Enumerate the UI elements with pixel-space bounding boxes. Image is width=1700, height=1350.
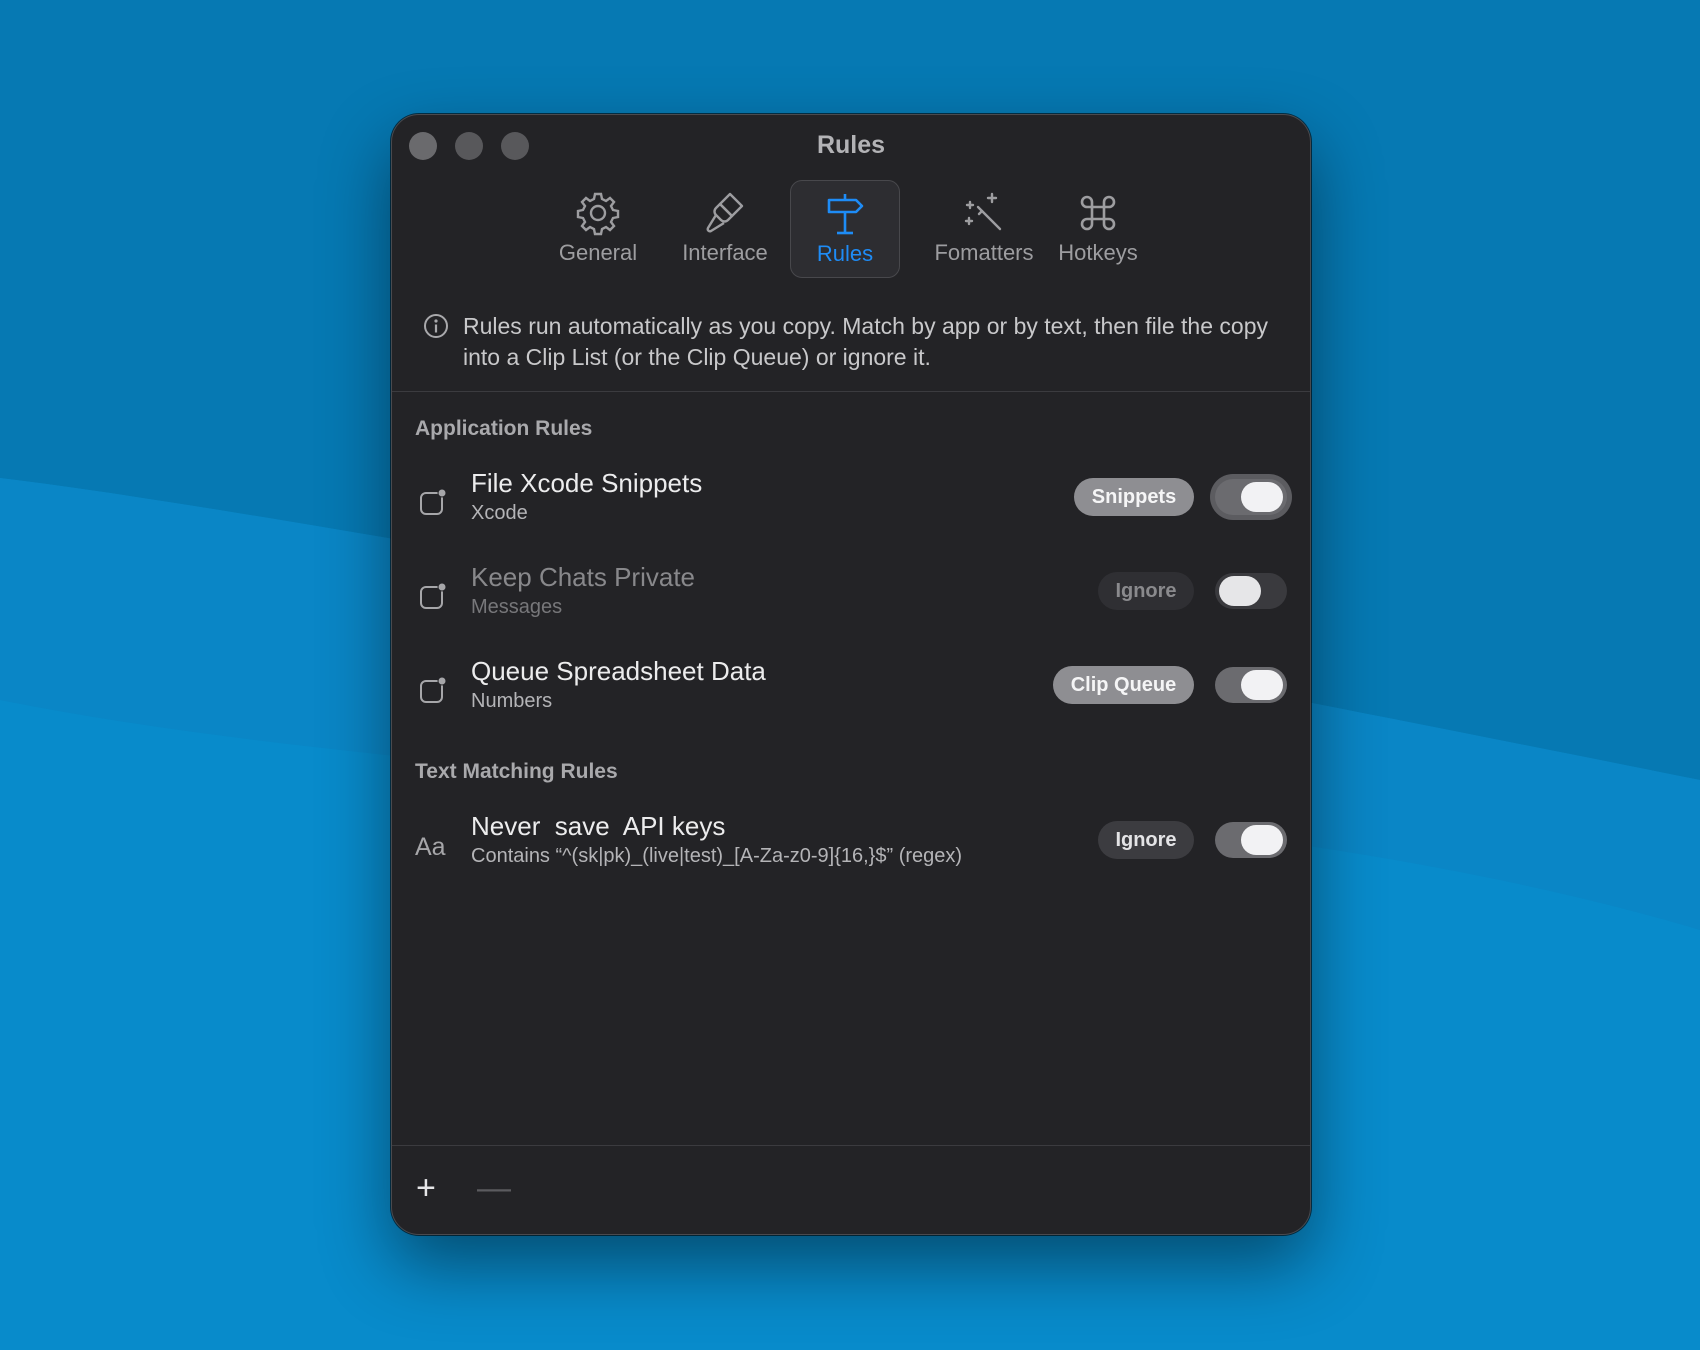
destination-button[interactable]: Clip Queue — [1053, 666, 1194, 704]
rule-name: File Xcode Snippets — [471, 468, 703, 498]
rule-condition: Contains “^(sk|pk)_(live|test)_[A-Za-z0-… — [471, 845, 963, 867]
header-divider — [392, 391, 1310, 392]
toggle-knob — [1219, 576, 1261, 606]
rule-enabled-toggle[interactable] — [1215, 667, 1287, 703]
footer-toolbar: + — — [392, 1145, 1310, 1234]
app-rule-icon — [420, 676, 447, 703]
destination-button[interactable]: Snippets — [1074, 478, 1194, 516]
tab-hotkeys[interactable]: Hotkeys — [1044, 180, 1152, 276]
rules-settings-window: Rules General Interface Rules Fomatters … — [391, 114, 1311, 1235]
signpost-icon — [827, 194, 864, 235]
remove-rule-button[interactable]: — — [477, 1171, 511, 1205]
app-rule-icon — [420, 582, 447, 609]
rule-name: Keep Chats Private — [471, 562, 696, 592]
tab-general[interactable]: General — [552, 180, 644, 276]
rule-enabled-toggle[interactable] — [1215, 479, 1287, 515]
rule-row[interactable]: Keep Chats Private Messages Ignore — [392, 562, 1310, 642]
tab-rules[interactable]: Rules — [790, 180, 900, 278]
application-rules-heading: Application Rules — [415, 417, 593, 440]
tab-interface[interactable]: Interface — [676, 180, 774, 276]
rule-row[interactable]: Queue Spreadsheet Data Numbers Clip Queu… — [392, 656, 1310, 736]
rule-name: Never save API keys — [471, 811, 726, 841]
command-icon — [1080, 195, 1116, 231]
toggle-knob — [1241, 825, 1283, 855]
tab-formatters[interactable]: Fomatters — [914, 180, 1054, 276]
text-match-icon: Aa — [415, 833, 446, 861]
rule-row[interactable]: Aa Never save API keys Contains “^(sk|pk… — [392, 811, 1310, 891]
rule-row[interactable]: File Xcode Snippets Xcode Snippets — [392, 468, 1310, 548]
rule-app: Numbers — [471, 690, 553, 712]
app-rule-icon — [420, 488, 447, 515]
window-title: Rules — [816, 131, 886, 159]
info-icon — [424, 314, 448, 338]
tab-formatters-label: Fomatters — [934, 240, 1034, 265]
tab-hotkeys-label: Hotkeys — [1058, 240, 1138, 265]
gear-icon — [576, 192, 620, 236]
settings-toolbar: General Interface Rules Fomatters Hotkey… — [392, 180, 1310, 278]
rule-name: Queue Spreadsheet Data — [471, 656, 766, 686]
rule-enabled-toggle[interactable] — [1215, 573, 1287, 609]
destination-button[interactable]: Ignore — [1098, 821, 1194, 859]
rule-app: Messages — [471, 596, 563, 618]
add-rule-button[interactable]: + — [416, 1171, 436, 1205]
toggle-knob — [1241, 482, 1283, 512]
text-matching-rules-heading: Text Matching Rules — [415, 760, 618, 783]
rule-enabled-toggle[interactable] — [1215, 822, 1287, 858]
tab-interface-label: Interface — [682, 240, 768, 265]
magic-wand-icon — [964, 192, 1002, 231]
info-banner: Rules run automatically as you copy. Mat… — [423, 311, 1273, 373]
info-text: Rules run automatically as you copy. Mat… — [463, 313, 1268, 370]
rule-app: Xcode — [471, 502, 528, 524]
toggle-knob — [1241, 670, 1283, 700]
tab-general-label: General — [558, 240, 638, 265]
paintbrush-icon — [706, 192, 744, 233]
destination-button[interactable]: Ignore — [1098, 572, 1194, 610]
tab-rules-label: Rules — [816, 241, 874, 266]
